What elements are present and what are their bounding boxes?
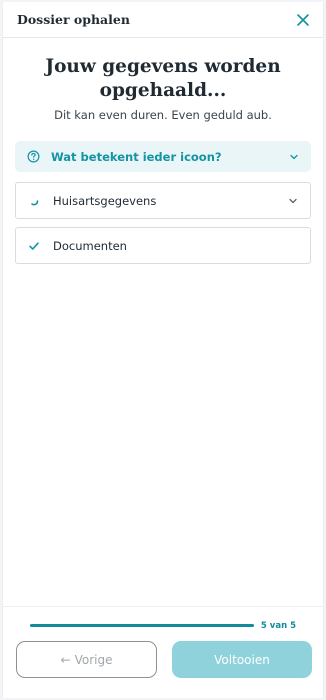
arrow-left-icon: ← <box>60 652 71 667</box>
modal-panel: Dossier ophalen Jouw gegevens worden opg… <box>2 2 324 698</box>
list-item-label: Documenten <box>53 238 127 253</box>
modal-footer: 5 van 5 ← Vorige Voltooien <box>3 606 323 698</box>
chevron-down-icon <box>290 154 298 159</box>
page-subtitle: Dit kan even duren. Even geduld aub. <box>54 108 272 122</box>
list-item-documenten: Documenten <box>15 227 311 264</box>
finish-button[interactable]: Voltooien <box>172 641 312 678</box>
previous-button[interactable]: ← Vorige <box>16 641 157 678</box>
modal-header: Dossier ophalen <box>3 2 323 38</box>
icon-legend-label: Wat betekent ieder icoon? <box>51 149 222 164</box>
progress-label: 5 van 5 <box>260 621 296 631</box>
page-title: Jouw gegevens worden opgehaald... <box>45 56 281 101</box>
progress-bar <box>30 623 254 629</box>
spinner-icon <box>31 199 39 205</box>
check-icon <box>29 241 39 250</box>
question-circle-icon <box>27 150 40 163</box>
progress-fill <box>30 624 254 627</box>
previous-button-label: Vorige <box>74 652 113 667</box>
modal-title: Dossier ophalen <box>17 12 130 27</box>
list-item-huisartsgegevens[interactable]: Huisartsgegevens <box>15 182 311 219</box>
finish-button-label: Voltooien <box>214 652 270 667</box>
chevron-down-icon <box>289 198 297 203</box>
close-icon[interactable] <box>295 12 311 28</box>
list-item-label: Huisartsgegevens <box>53 193 157 208</box>
icon-legend-toggle[interactable]: Wat betekent ieder icoon? <box>15 141 311 172</box>
main-content: Jouw gegevens worden opgehaald... Dit ka… <box>3 38 323 264</box>
